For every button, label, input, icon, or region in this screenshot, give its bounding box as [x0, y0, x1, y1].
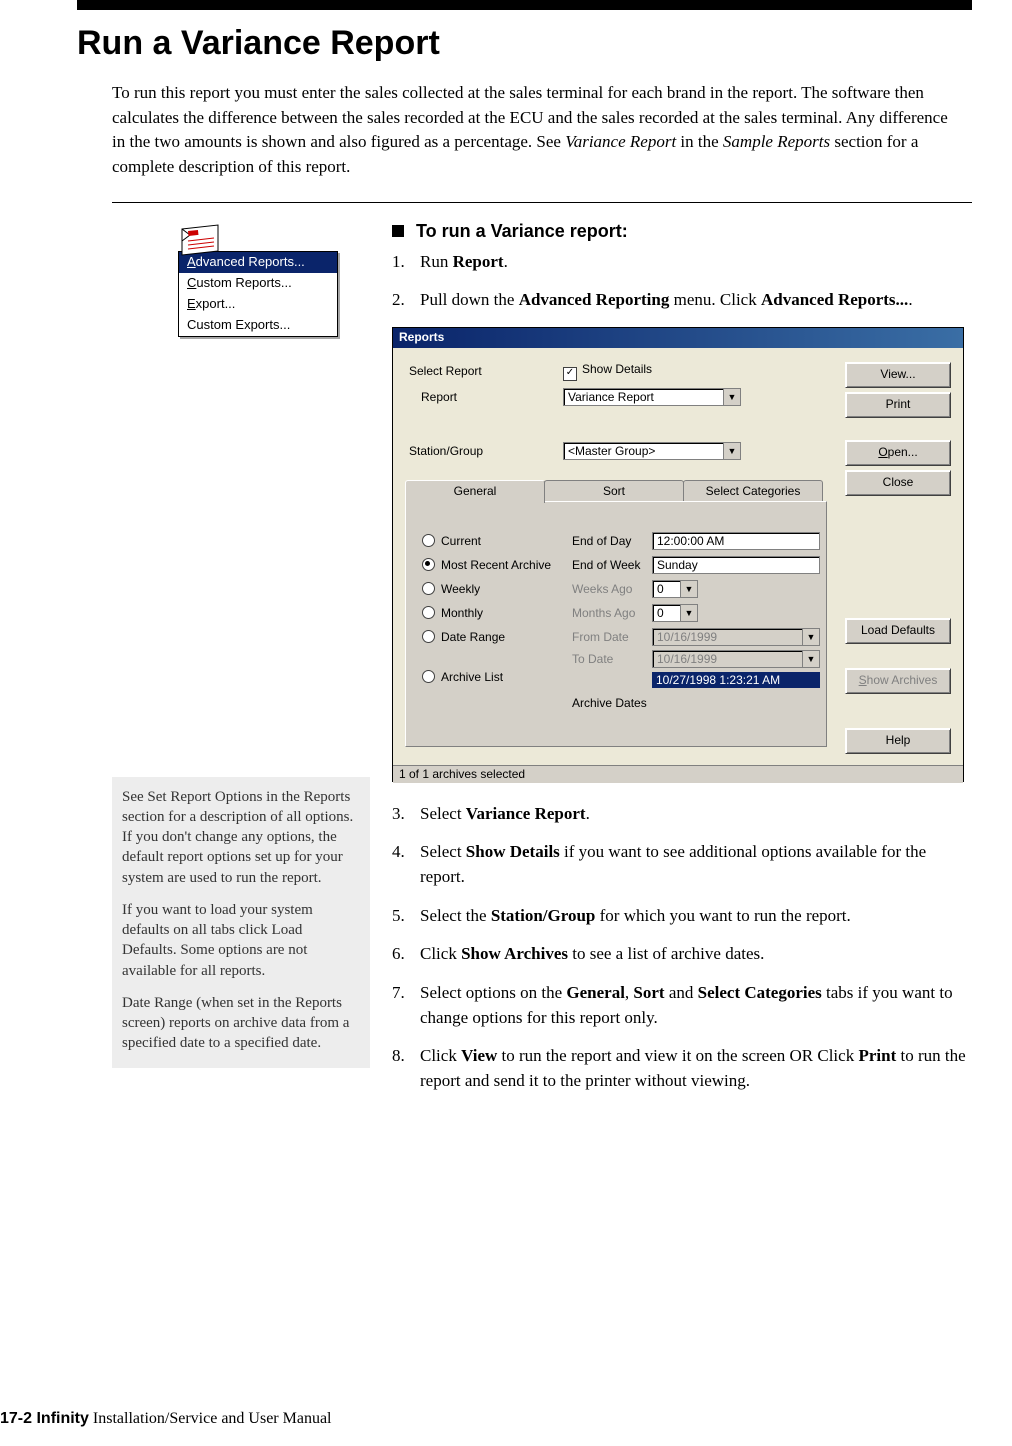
label-archive-dates: Archive Dates: [572, 696, 647, 710]
note-paragraph: See Set Report Options in the Reports se…: [122, 787, 360, 888]
radio-archive-list[interactable]: Archive List: [422, 670, 503, 684]
open-button[interactable]: Open...: [845, 440, 951, 466]
divider: [112, 202, 972, 203]
step: 8.Click View to run the report and view …: [392, 1044, 972, 1093]
field-end-of-day[interactable]: 12:00:00 AM: [652, 532, 820, 550]
combo-months-ago[interactable]: 0▼: [652, 604, 698, 622]
tabs: General Sort Select Categories: [405, 480, 825, 502]
menu-item-export[interactable]: Export...: [179, 294, 337, 315]
chevron-down-icon: ▼: [680, 581, 697, 597]
intro-paragraph: To run this report you must enter the sa…: [112, 81, 962, 180]
menu-item-custom-reports[interactable]: Custom Reports...: [179, 273, 337, 294]
radio-weekly[interactable]: Weekly: [422, 582, 480, 596]
radio-monthly[interactable]: Monthly: [422, 606, 483, 620]
footer-product: Infinity: [36, 1410, 88, 1427]
reports-dialog: Reports Select Report ✓Show Details Repo…: [392, 327, 964, 782]
chevron-down-icon: ▼: [680, 605, 697, 621]
label-end-of-day: End of Day: [572, 534, 631, 548]
combo-weeks-ago[interactable]: 0▼: [652, 580, 698, 598]
footer-tail: Installation/Service and User Manual: [89, 1410, 332, 1427]
close-button[interactable]: Close: [845, 470, 951, 496]
tab-panel-general: Current Most Recent Archive Weekly Month…: [405, 501, 827, 747]
step: 5.Select the Station/Group for which you…: [392, 904, 972, 929]
chevron-down-icon: ▼: [723, 389, 740, 405]
field-end-of-week[interactable]: Sunday: [652, 556, 820, 574]
text-italic: Variance Report: [565, 132, 676, 151]
label-select-report: Select Report: [409, 364, 482, 378]
menu-item-custom-exports[interactable]: Custom Exports...: [179, 315, 337, 336]
label-from-date: From Date: [572, 630, 629, 644]
label-months-ago: Months Ago: [572, 606, 635, 620]
page-footer: 17-2 Infinity Installation/Service and U…: [0, 1410, 332, 1428]
chevron-down-icon: ▼: [802, 651, 819, 667]
advanced-reporting-menu: Advanced Reports... Custom Reports... Ex…: [178, 251, 370, 337]
chevron-down-icon: ▼: [802, 629, 819, 645]
help-button[interactable]: Help: [845, 728, 951, 754]
footer-pageref: 17-2: [0, 1410, 36, 1427]
step: 1.Run Report.: [392, 250, 972, 275]
label-weeks-ago: Weeks Ago: [572, 582, 632, 596]
load-defaults-button[interactable]: Load Defaults: [845, 618, 951, 644]
field-to-date: 10/16/1999▼: [652, 650, 820, 668]
note-icon: [178, 223, 222, 257]
radio-most-recent-archive[interactable]: Most Recent Archive: [422, 558, 551, 572]
page-title: Run a Variance Report: [77, 24, 972, 63]
step: 7.Select options on the General, Sort an…: [392, 981, 972, 1030]
label-to-date: To Date: [572, 652, 613, 666]
step: 2.Pull down the Advanced Reporting menu.…: [392, 288, 972, 313]
status-bar: 1 of 1 archives selected: [393, 765, 963, 783]
show-archives-button[interactable]: Show Archives: [845, 668, 951, 694]
checkbox-show-details[interactable]: ✓Show Details: [563, 362, 652, 381]
tab-sort[interactable]: Sort: [544, 480, 684, 503]
black-bar: [77, 0, 972, 10]
titlebar: Reports: [393, 328, 963, 348]
view-button[interactable]: View...: [845, 362, 951, 388]
bullet-square-icon: [392, 225, 404, 237]
tab-select-categories[interactable]: Select Categories: [683, 480, 823, 503]
step: 4.Select Show Details if you want to see…: [392, 840, 972, 889]
radio-date-range[interactable]: Date Range: [422, 630, 505, 644]
field-from-date: 10/16/1999▼: [652, 628, 820, 646]
combo-report[interactable]: Variance Report▼: [563, 388, 741, 406]
label-end-of-week: End of Week: [572, 558, 640, 572]
task-heading: To run a Variance report:: [392, 221, 972, 242]
note-paragraph: If you want to load your system defaults…: [122, 900, 360, 981]
note-paragraph: Date Range (when set in the Reports scre…: [122, 993, 360, 1054]
radio-current[interactable]: Current: [422, 534, 481, 548]
step: 6.Click Show Archives to see a list of a…: [392, 942, 972, 967]
text-italic: Sample Reports: [723, 132, 830, 151]
tab-general[interactable]: General: [405, 480, 545, 503]
combo-station-group[interactable]: <Master Group>▼: [563, 442, 741, 460]
chevron-down-icon: ▼: [723, 443, 740, 459]
label-report: Report: [421, 390, 457, 404]
sidebar-note: See Set Report Options in the Reports se…: [112, 777, 370, 1068]
archive-list-selection[interactable]: 10/27/1998 1:23:21 AM: [652, 672, 820, 688]
print-button[interactable]: Print: [845, 392, 951, 418]
step: 3.Select Variance Report.: [392, 802, 972, 827]
text: in the: [676, 132, 723, 151]
label-station-group: Station/Group: [409, 444, 483, 458]
